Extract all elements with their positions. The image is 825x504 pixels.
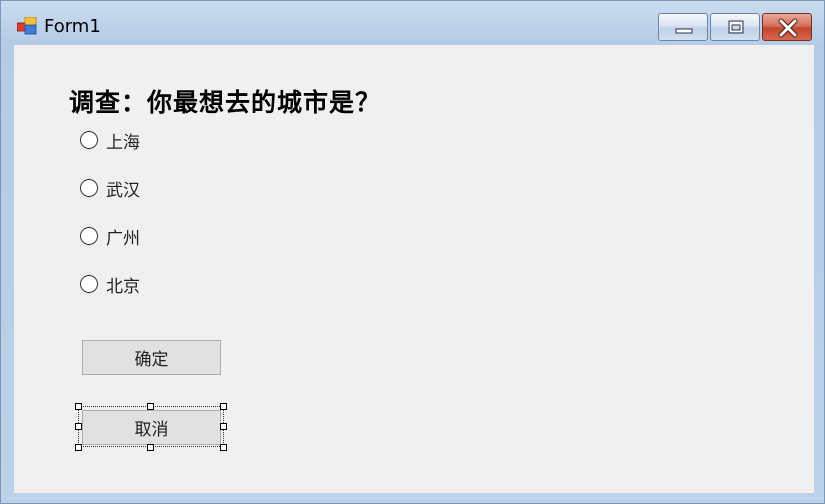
minimize-icon (675, 28, 693, 34)
close-icon (778, 18, 798, 38)
radio-option-label: 武汉 (106, 180, 140, 201)
radio-option-wuhan[interactable]: 武汉 (80, 177, 140, 201)
resize-handle-left[interactable] (75, 423, 82, 430)
resize-handle-right[interactable] (220, 423, 227, 430)
maximize-button[interactable] (710, 13, 760, 41)
radio-button-circle[interactable] (80, 179, 98, 197)
radio-option-shanghai[interactable]: 上海 (80, 129, 140, 153)
radio-button-circle[interactable] (80, 275, 98, 293)
cancel-button[interactable]: 取消 (82, 410, 221, 445)
form-client-area: 调查：你最想去的城市是？ 上海 武汉 广州 北京 确定 取消 (14, 45, 814, 493)
resize-handle-top[interactable] (147, 403, 154, 410)
radio-option-beijing[interactable]: 北京 (80, 273, 140, 297)
form-window: Form1 调查：你最想去的城市是？ 上海 武汉 广州 北京 确定 取消 (0, 0, 825, 504)
radio-option-label: 上海 (106, 132, 140, 153)
resize-handle-top-right[interactable] (220, 403, 227, 410)
radio-option-label: 广州 (106, 228, 140, 249)
window-title: Form1 (44, 16, 101, 37)
maximize-icon (728, 20, 744, 34)
title-bar[interactable]: Form1 (1, 1, 825, 45)
survey-question-label: 调查：你最想去的城市是？ (69, 88, 382, 117)
ok-button[interactable]: 确定 (82, 340, 221, 375)
radio-button-circle[interactable] (80, 131, 98, 149)
resize-handle-bottom-right[interactable] (220, 444, 227, 451)
resize-handle-top-left[interactable] (75, 403, 82, 410)
resize-handle-bottom-left[interactable] (75, 444, 82, 451)
radio-option-guangzhou[interactable]: 广州 (80, 225, 140, 249)
resize-handle-bottom[interactable] (147, 444, 154, 451)
radio-button-circle[interactable] (80, 227, 98, 245)
minimize-button[interactable] (658, 13, 708, 41)
winforms-app-icon (17, 17, 37, 35)
radio-option-label: 北京 (106, 276, 140, 297)
close-button[interactable] (762, 13, 812, 41)
